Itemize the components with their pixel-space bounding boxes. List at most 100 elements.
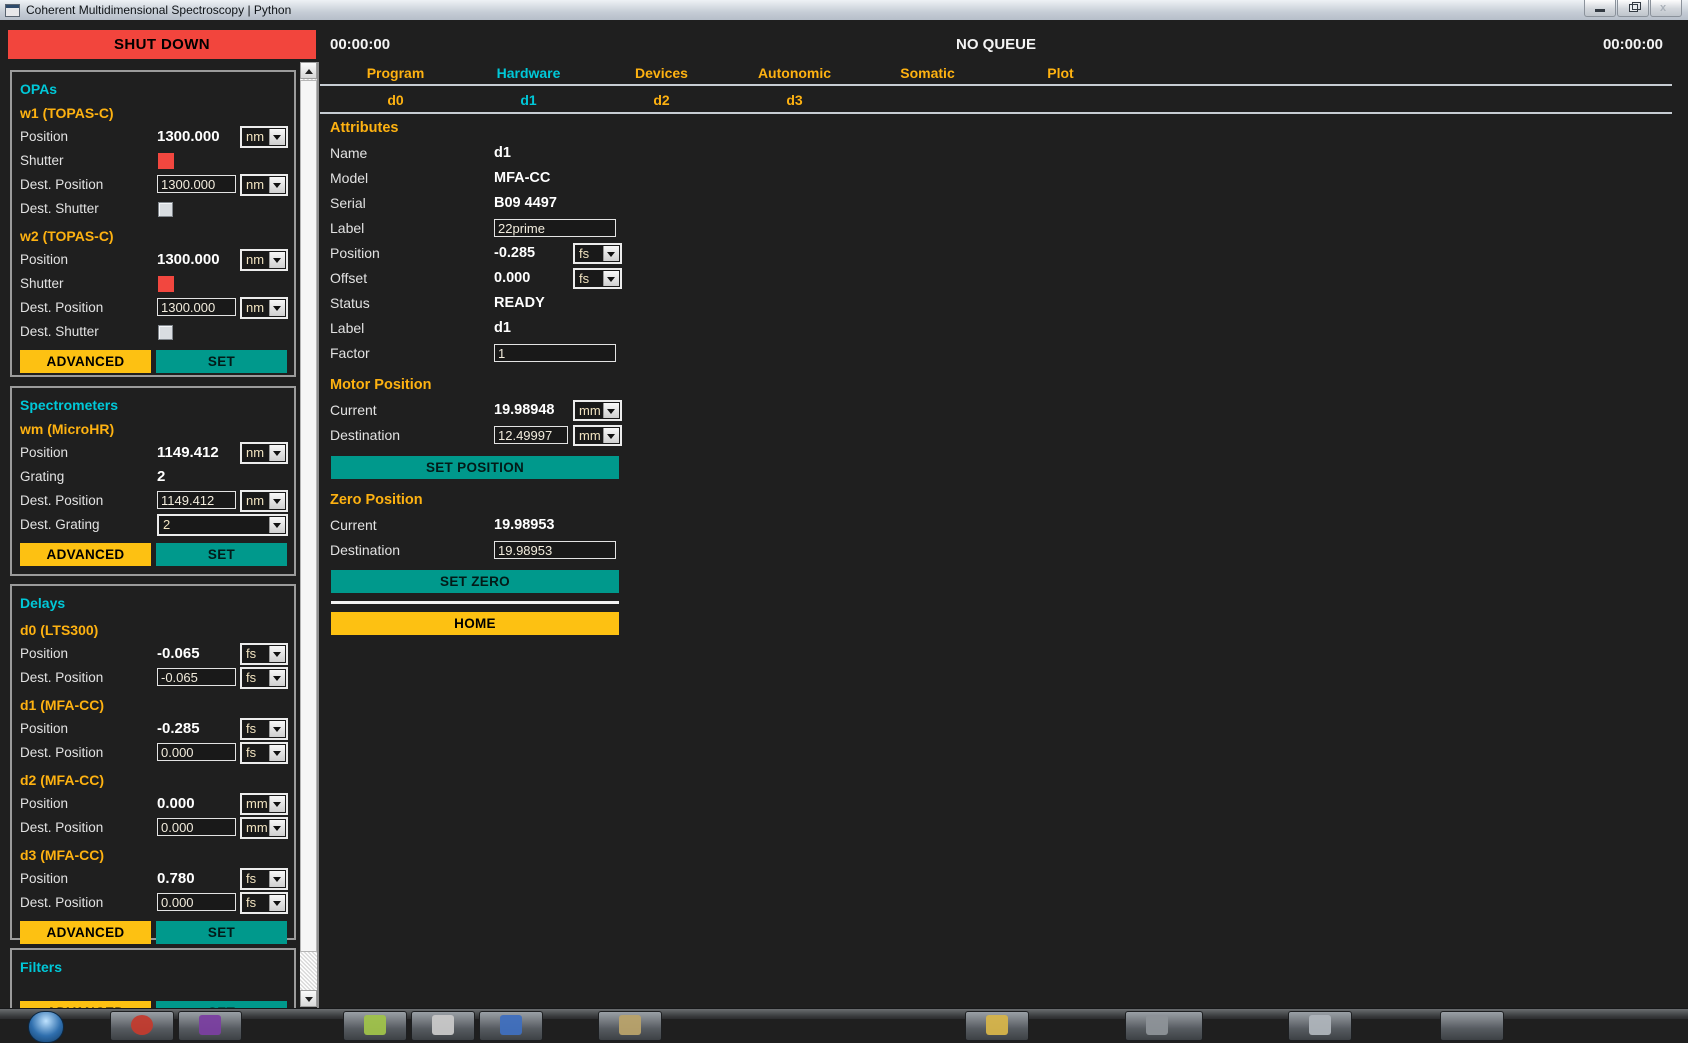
close-button[interactable]: x [1650, 0, 1682, 17]
scroll-down-icon[interactable] [300, 990, 317, 1007]
tab-devices[interactable]: Devices [595, 65, 728, 85]
dest-position-input[interactable] [157, 668, 236, 686]
shutdown-button[interactable]: SHUT DOWN [8, 30, 316, 59]
subtab-d0[interactable]: d0 [329, 92, 462, 112]
chevron-down-icon[interactable] [269, 895, 285, 911]
advanced-button[interactable]: ADVANCED [20, 543, 151, 566]
taskbar-button[interactable] [411, 1011, 475, 1041]
home-button[interactable]: HOME [331, 612, 619, 635]
chevron-down-icon[interactable] [269, 445, 285, 461]
chevron-down-icon[interactable] [269, 670, 285, 686]
unit-dropdown[interactable]: nm [240, 249, 288, 271]
panel-delays: Delaysd0 (LTS300)Position-0.065fsDest. P… [10, 584, 296, 940]
chevron-down-icon[interactable] [269, 493, 285, 509]
label-input[interactable] [494, 219, 616, 237]
factor-input[interactable] [494, 344, 616, 362]
unit-dropdown[interactable]: fs [240, 667, 288, 689]
taskbar-button[interactable] [110, 1011, 174, 1041]
subtab-d2[interactable]: d2 [595, 92, 728, 112]
unit-dropdown[interactable]: nm [240, 126, 288, 148]
chevron-down-icon[interactable] [269, 517, 285, 533]
field-value: 1300.000 [157, 125, 220, 149]
taskbar-button[interactable] [343, 1011, 407, 1041]
chevron-down-icon[interactable] [269, 177, 285, 193]
destination-input[interactable] [494, 541, 616, 559]
tab-autonomic[interactable]: Autonomic [728, 65, 861, 85]
unit-dropdown[interactable]: nm [240, 442, 288, 464]
tab-hardware[interactable]: Hardware [462, 65, 595, 85]
chevron-down-icon[interactable] [269, 796, 285, 812]
sidebar-scrollbar[interactable] [300, 62, 317, 1007]
chevron-down-icon[interactable] [269, 300, 285, 316]
advanced-button[interactable]: ADVANCED [20, 921, 151, 944]
unit-dropdown[interactable]: fs [240, 892, 288, 914]
dest-shutter-checkbox[interactable] [158, 202, 173, 217]
unit-dropdown[interactable]: fs [240, 718, 288, 740]
chevron-down-icon[interactable] [269, 721, 285, 737]
unit-dropdown[interactable]: fs [573, 268, 622, 289]
chevron-down-icon[interactable] [269, 745, 285, 761]
unit-dropdown[interactable]: fs [240, 742, 288, 764]
advanced-button[interactable]: ADVANCED [20, 350, 151, 373]
dest-position-input[interactable] [157, 175, 236, 193]
restore-button[interactable] [1617, 0, 1649, 17]
chevron-down-icon[interactable] [269, 129, 285, 145]
dest-position-input[interactable] [157, 743, 236, 761]
panel-opas: OPAsw1 (TOPAS-C)Position1300.000nmShutte… [10, 70, 296, 377]
unit-dropdown[interactable]: mm [573, 400, 622, 421]
scrollbar-thumb[interactable] [300, 80, 317, 952]
chevron-down-icon[interactable] [603, 271, 619, 286]
taskbar-button[interactable] [1288, 1011, 1352, 1041]
set-position-button[interactable]: SET POSITION [331, 456, 619, 479]
taskbar-button[interactable] [965, 1011, 1029, 1041]
dest-position-input[interactable] [157, 893, 236, 911]
taskbar-button[interactable] [1125, 1011, 1203, 1041]
set-button[interactable]: SET [156, 543, 287, 566]
chevron-down-icon[interactable] [603, 246, 619, 261]
set-button[interactable]: SET [156, 350, 287, 373]
tab-somatic[interactable]: Somatic [861, 65, 994, 85]
dest-position-input[interactable] [157, 491, 236, 509]
unit-dropdown[interactable]: nm [240, 174, 288, 196]
unit-dropdown[interactable]: mm [573, 425, 622, 446]
dest-position-input[interactable] [157, 298, 236, 316]
unit-dropdown-value: fs [579, 270, 589, 288]
taskbar-button[interactable] [178, 1011, 242, 1041]
destination-input[interactable] [494, 426, 568, 444]
chevron-down-icon[interactable] [603, 428, 619, 443]
set-zero-button[interactable]: SET ZERO [331, 570, 619, 593]
start-button-icon[interactable] [28, 1011, 64, 1043]
unit-dropdown[interactable]: nm [240, 490, 288, 512]
scroll-up-icon[interactable] [300, 62, 317, 79]
taskbar-button[interactable] [479, 1011, 543, 1041]
position-row: Position1300.000nm [12, 248, 294, 272]
unit-dropdown[interactable]: nm [240, 297, 288, 319]
dest-position-input[interactable] [157, 818, 236, 836]
unit-dropdown[interactable]: mm [240, 793, 288, 815]
chevron-down-icon[interactable] [269, 646, 285, 662]
set-button[interactable]: SET [156, 921, 287, 944]
chevron-down-icon[interactable] [269, 252, 285, 268]
subtab-d3[interactable]: d3 [728, 92, 861, 112]
dest-shutter-checkbox[interactable] [158, 325, 173, 340]
position-row: Position0.000mm [12, 792, 294, 816]
tab-program[interactable]: Program [329, 65, 462, 85]
chevron-down-icon[interactable] [269, 820, 285, 836]
unit-dropdown[interactable]: 2 [157, 514, 288, 536]
taskbar-button[interactable] [598, 1011, 662, 1041]
set-button[interactable]: SET [156, 1001, 287, 1008]
hardware-sidebar: OPAsw1 (TOPAS-C)Position1300.000nmShutte… [10, 70, 296, 1008]
subtab-d1[interactable]: d1 [462, 92, 595, 112]
taskbar-button[interactable] [1440, 1011, 1504, 1041]
dest-position-row: Dest. Positionfs [12, 666, 294, 690]
unit-dropdown[interactable]: fs [240, 868, 288, 890]
chevron-down-icon[interactable] [269, 871, 285, 887]
minimize-button[interactable] [1584, 0, 1616, 17]
unit-dropdown[interactable]: fs [573, 243, 622, 264]
advanced-button[interactable]: ADVANCED [20, 1001, 151, 1008]
tabs-divider [320, 84, 1672, 86]
chevron-down-icon[interactable] [603, 403, 619, 418]
unit-dropdown[interactable]: fs [240, 643, 288, 665]
tab-plot[interactable]: Plot [994, 65, 1127, 85]
unit-dropdown[interactable]: mm [240, 817, 288, 839]
